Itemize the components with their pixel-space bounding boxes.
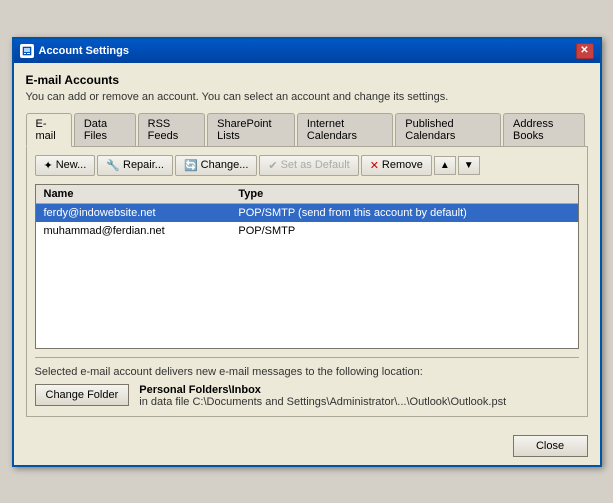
window-title: Account Settings [39,45,129,57]
section-desc: You can add or remove an account. You ca… [26,91,588,103]
table-row[interactable]: muhammad@ferdian.net POP/SMTP [36,222,578,240]
account-type: POP/SMTP [230,222,577,240]
repair-label: Repair... [123,159,164,171]
remove-icon: ✕ [370,159,379,172]
title-bar-left: Account Settings [20,44,129,58]
folder-info: Personal Folders\Inbox in data file C:\D… [139,384,506,408]
change-button[interactable]: 🔄 Change... [175,155,257,176]
move-down-button[interactable]: ▼ [458,156,480,175]
check-icon: ✔ [268,159,277,172]
tab-email[interactable]: E-mail [26,113,72,147]
change-label: Change... [201,159,249,171]
window-body: E-mail Accounts You can add or remove an… [14,63,600,427]
tab-sharepoint-lists[interactable]: SharePoint Lists [207,113,295,146]
tab-internet-calendars[interactable]: Internet Calendars [297,113,393,146]
tab-data-files[interactable]: Data Files [74,113,136,146]
new-button[interactable]: ✦ New... [35,155,96,176]
remove-label: Remove [382,159,423,171]
bottom-bar: Close [14,427,600,465]
table-row[interactable]: ferdy@indowebsite.net POP/SMTP (send fro… [36,203,578,222]
col-name-header: Name [36,185,231,204]
tab-published-calendars[interactable]: Published Calendars [395,113,501,146]
section-title: E-mail Accounts [26,73,588,87]
repair-button[interactable]: 🔧 Repair... [97,155,173,176]
repair-icon: 🔧 [106,159,120,172]
folder-path: in data file C:\Documents and Settings\A… [139,396,506,408]
change-folder-row: Change Folder Personal Folders\Inbox in … [35,384,579,408]
move-up-button[interactable]: ▲ [434,156,456,175]
account-name: ferdy@indowebsite.net [36,203,231,222]
folder-name: Personal Folders\Inbox [139,384,506,396]
set-default-button[interactable]: ✔ Set as Default [259,155,358,176]
change-icon: 🔄 [184,159,198,172]
footer-desc: Selected e-mail account delivers new e-m… [35,366,579,378]
window-icon [20,44,34,58]
tab-panel-email: ✦ New... 🔧 Repair... 🔄 Change... ✔ Set a… [26,147,588,417]
account-type: POP/SMTP (send from this account by defa… [230,203,577,222]
close-button[interactable]: Close [513,435,588,457]
change-folder-button[interactable]: Change Folder [35,384,130,406]
tab-rss-feeds[interactable]: RSS Feeds [138,113,206,146]
account-table: Name Type ferdy@indowebsite.net POP/SMTP… [35,184,579,349]
col-type-header: Type [230,185,577,204]
tab-address-books[interactable]: Address Books [503,113,585,146]
window-close-button[interactable]: ✕ [576,43,594,59]
tabs-bar: E-mail Data Files RSS Feeds SharePoint L… [26,113,588,147]
toolbar: ✦ New... 🔧 Repair... 🔄 Change... ✔ Set a… [35,155,579,176]
new-icon: ✦ [44,159,53,172]
set-default-label: Set as Default [281,159,350,171]
footer-section: Selected e-mail account delivers new e-m… [35,357,579,408]
title-bar: Account Settings ✕ [14,39,600,63]
remove-button[interactable]: ✕ Remove [361,155,432,176]
account-settings-window: Account Settings ✕ E-mail Accounts You c… [12,37,602,467]
new-label: New... [56,159,87,171]
account-name: muhammad@ferdian.net [36,222,231,240]
